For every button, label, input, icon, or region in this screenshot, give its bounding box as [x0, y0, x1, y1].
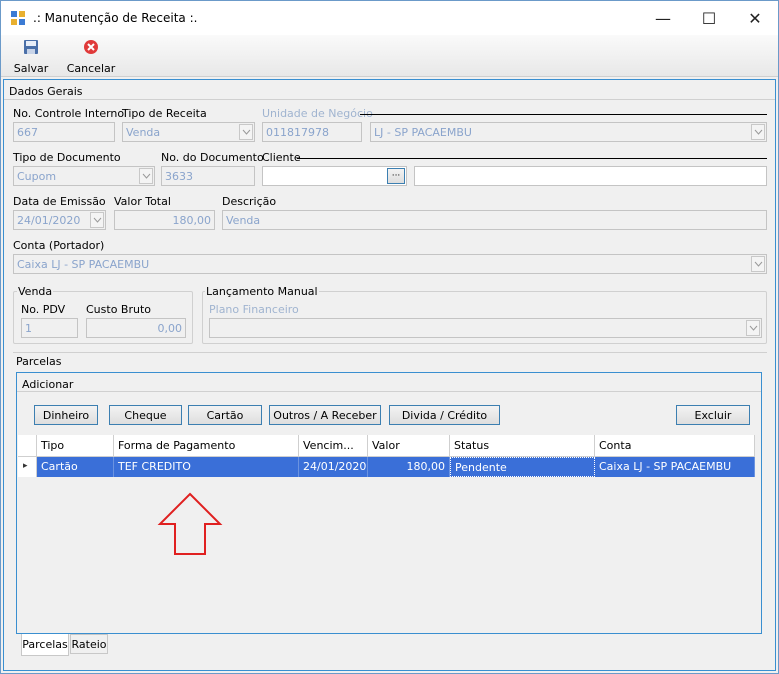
window: .: Manutenção de Receita :. — ☐ ✕ Salvar… — [0, 0, 779, 674]
column-header[interactable]: Vencim... — [299, 435, 368, 457]
controle-field[interactable]: 667 — [13, 122, 115, 142]
minimize-button[interactable]: — — [640, 1, 686, 35]
tipo-receita-label: Tipo de Receita — [122, 107, 207, 120]
plano-label: Plano Financeiro — [209, 303, 299, 316]
data-label: Data de Emissão — [13, 195, 106, 208]
plano-select[interactable] — [209, 318, 762, 338]
save-icon — [24, 40, 38, 54]
table-cell[interactable]: 180,00 — [368, 457, 450, 477]
unidade-label-line — [360, 114, 767, 115]
minimize-icon: — — [655, 8, 671, 28]
chevron-down-icon[interactable] — [751, 124, 765, 140]
cancel-label: Cancelar — [66, 62, 116, 75]
column-header[interactable]: Tipo — [37, 435, 114, 457]
unidade-select[interactable]: LJ - SP PACAEMBU — [370, 122, 767, 142]
column-header[interactable]: Valor — [368, 435, 450, 457]
column-header[interactable]: Status — [450, 435, 595, 457]
valor-label: Valor Total — [114, 195, 171, 208]
table-cell[interactable]: TEF CREDITO — [114, 457, 299, 477]
dinheiro-button[interactable]: Dinheiro — [34, 405, 98, 425]
row-selector-icon[interactable]: ▸ — [18, 457, 37, 477]
lancamento-title: Lançamento Manual — [205, 285, 319, 298]
chevron-down-icon[interactable] — [751, 256, 765, 272]
annotation-arrow-icon — [157, 492, 223, 555]
maximize-icon: ☐ — [701, 8, 717, 28]
divida-button[interactable]: Divida / Crédito — [389, 405, 500, 425]
tab-parcelas[interactable]: Parcelas — [21, 634, 69, 656]
ellipsis-icon: ··· — [391, 171, 401, 181]
chevron-down-icon[interactable] — [239, 124, 253, 140]
no-doc-field[interactable]: 3633 — [161, 166, 255, 186]
main-panel: Dados Gerais No. Controle Interno 667 Ti… — [3, 79, 776, 671]
column-header[interactable]: Conta — [595, 435, 755, 457]
table-cell[interactable]: Pendente — [450, 457, 595, 477]
venda-title: Venda — [17, 285, 54, 298]
toolbar: Salvar Cancelar — [1, 35, 778, 77]
section-title: Dados Gerais — [9, 85, 83, 98]
parcelas-grid: Tipo Forma de Pagamento Vencim... Valor … — [18, 435, 757, 629]
save-label: Salvar — [13, 62, 49, 75]
data-value: 24/01/2020 — [17, 214, 81, 227]
chevron-down-icon[interactable] — [746, 320, 760, 336]
save-button[interactable]: Salvar — [11, 37, 51, 75]
parcelas-title: Parcelas — [16, 355, 62, 368]
conta-value: Caixa LJ - SP PACAEMBU — [17, 258, 150, 271]
unidade-code-field[interactable]: 011817978 — [262, 122, 362, 142]
conta-label: Conta (Portador) — [13, 239, 105, 252]
unidade-value: LJ - SP PACAEMBU — [374, 126, 472, 139]
custo-field[interactable]: 0,00 — [86, 318, 186, 338]
parcelas-divider — [13, 352, 767, 353]
app-icon — [11, 11, 25, 25]
cliente-name-field[interactable] — [414, 166, 767, 186]
chevron-down-icon[interactable] — [90, 212, 104, 228]
row-header-corner — [18, 435, 37, 457]
cliente-label: Cliente — [262, 151, 301, 164]
column-header[interactable]: Forma de Pagamento — [114, 435, 299, 457]
excluir-button[interactable]: Excluir — [676, 405, 750, 425]
window-title: .: Manutenção de Receita :. — [33, 11, 198, 25]
tipo-receita-value: Venda — [126, 126, 161, 139]
pdv-field[interactable]: 1 — [21, 318, 78, 338]
custo-label: Custo Bruto — [86, 303, 152, 316]
valor-field[interactable]: 180,00 — [114, 210, 215, 230]
table-cell[interactable]: Cartão — [37, 457, 114, 477]
tipo-doc-label: Tipo de Documento — [13, 151, 121, 164]
unidade-label: Unidade de Negócio — [262, 107, 373, 120]
table-cell[interactable]: Caixa LJ - SP PACAEMBU — [595, 457, 755, 477]
cliente-code-field[interactable] — [262, 166, 407, 186]
descricao-label: Descrição — [222, 195, 277, 208]
tipo-doc-select[interactable]: Cupom — [13, 166, 155, 186]
chevron-down-icon[interactable] — [139, 168, 153, 184]
adicionar-divider — [17, 391, 761, 392]
cancel-icon — [84, 40, 98, 54]
close-button[interactable]: ✕ — [732, 1, 778, 35]
pdv-label: No. PDV — [21, 303, 66, 316]
no-doc-label: No. do Documento — [161, 151, 264, 164]
outros-button[interactable]: Outros / A Receber — [269, 405, 381, 425]
tipo-doc-value: Cupom — [17, 170, 57, 183]
adicionar-title: Adicionar — [22, 378, 74, 391]
cartao-button[interactable]: Cartão — [188, 405, 262, 425]
data-picker[interactable]: 24/01/2020 — [13, 210, 106, 230]
section-divider — [4, 99, 775, 100]
conta-select[interactable]: Caixa LJ - SP PACAEMBU — [13, 254, 767, 274]
cliente-label-line — [297, 158, 767, 159]
cliente-lookup-button[interactable]: ··· — [387, 168, 405, 184]
tipo-receita-select[interactable]: Venda — [122, 122, 255, 142]
maximize-button[interactable]: ☐ — [686, 1, 732, 35]
title-bar: .: Manutenção de Receita :. — ☐ ✕ — [1, 1, 778, 35]
cheque-button[interactable]: Cheque — [109, 405, 182, 425]
descricao-field[interactable]: Venda — [222, 210, 767, 230]
table-cell[interactable]: 24/01/2020 — [299, 457, 368, 477]
tab-rateio[interactable]: Rateio — [70, 634, 108, 654]
cancel-button[interactable]: Cancelar — [63, 37, 119, 75]
controle-label: No. Controle Interno — [13, 107, 125, 120]
close-icon: ✕ — [748, 8, 762, 28]
